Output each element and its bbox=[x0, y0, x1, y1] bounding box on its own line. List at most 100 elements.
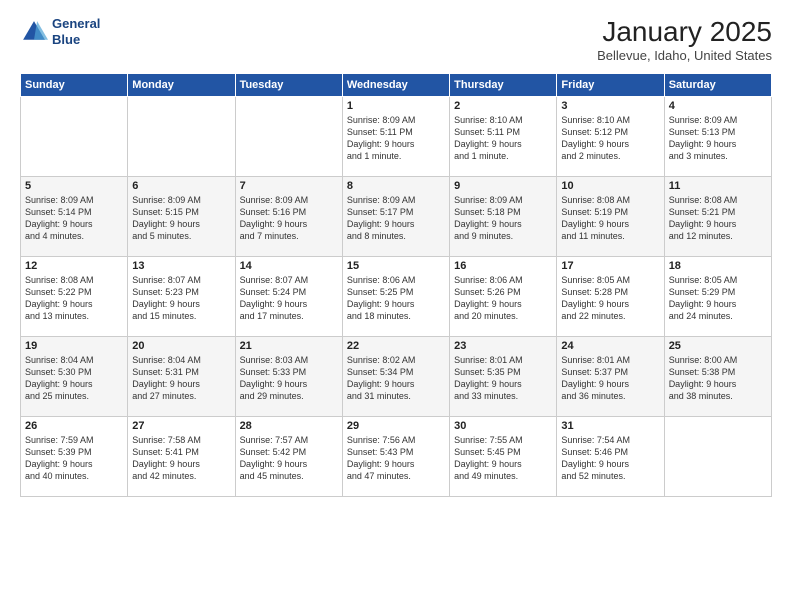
week-row-3: 12 Sunrise: 8:08 AM Sunset: 5:22 PM Dayli… bbox=[21, 257, 772, 337]
day-info: Sunrise: 8:05 AM Sunset: 5:28 PM Dayligh… bbox=[561, 274, 659, 323]
title-block: January 2025 Bellevue, Idaho, United Sta… bbox=[597, 16, 772, 63]
day-number: 23 bbox=[454, 340, 552, 352]
day-cell: 27Sunrise: 7:58 AM Sunset: 5:41 PM Dayli… bbox=[128, 417, 235, 497]
day-info: Sunrise: 7:59 AM Sunset: 5:39 PM Dayligh… bbox=[25, 434, 123, 483]
day-cell: 5Sunrise: 8:09 AM Sunset: 5:14 PM Daylig… bbox=[21, 177, 128, 257]
day-number: 10 bbox=[561, 180, 659, 192]
day-cell bbox=[128, 97, 235, 177]
day-number: 20 bbox=[132, 340, 230, 352]
day-info: Sunrise: 8:09 AM Sunset: 5:15 PM Dayligh… bbox=[132, 194, 230, 243]
day-cell: 17 Sunrise: 8:05 AM Sunset: 5:28 PM Dayli… bbox=[557, 257, 664, 337]
day-number: 8 bbox=[347, 180, 445, 192]
day-number: 15 bbox=[347, 260, 445, 272]
day-cell: 12 Sunrise: 8:08 AM Sunset: 5:22 PM Dayli… bbox=[21, 257, 128, 337]
day-cell: 7Sunrise: 8:09 AM Sunset: 5:16 PM Daylig… bbox=[235, 177, 342, 257]
weekday-header-row: SundayMondayTuesdayWednesdayThursdayFrid… bbox=[21, 74, 772, 97]
day-cell: 25 Sunrise: 8:00 AM Sunset: 5:38 PM Dayli… bbox=[664, 337, 771, 417]
day-cell bbox=[664, 417, 771, 497]
day-info: Sunrise: 8:07 AM Sunset: 5:24 PM Dayligh… bbox=[240, 274, 338, 323]
day-number: 5 bbox=[25, 180, 123, 192]
day-cell: 20 Sunrise: 8:04 AM Sunset: 5:31 PM Dayli… bbox=[128, 337, 235, 417]
day-number: 13 bbox=[132, 260, 230, 272]
day-number: 7 bbox=[240, 180, 338, 192]
day-cell: 30Sunrise: 7:55 AM Sunset: 5:45 PM Dayli… bbox=[450, 417, 557, 497]
day-info: Sunrise: 8:10 AM Sunset: 5:12 PM Dayligh… bbox=[561, 114, 659, 163]
day-info: Sunrise: 8:08 AM Sunset: 5:21 PM Dayligh… bbox=[669, 194, 767, 243]
weekday-header-tuesday: Tuesday bbox=[235, 74, 342, 97]
day-number: 19 bbox=[25, 340, 123, 352]
day-info: Sunrise: 7:54 AM Sunset: 5:46 PM Dayligh… bbox=[561, 434, 659, 483]
day-number: 31 bbox=[561, 420, 659, 432]
day-cell: 15 Sunrise: 8:06 AM Sunset: 5:25 PM Dayli… bbox=[342, 257, 449, 337]
day-number: 12 bbox=[25, 260, 123, 272]
day-cell: 3 Sunrise: 8:10 AM Sunset: 5:12 PM Daylig… bbox=[557, 97, 664, 177]
weekday-header-monday: Monday bbox=[128, 74, 235, 97]
day-number: 2 bbox=[454, 100, 552, 112]
day-cell: 1 Sunrise: 8:09 AM Sunset: 5:11 PM Daylig… bbox=[342, 97, 449, 177]
logo: General Blue bbox=[20, 16, 100, 47]
weekday-header-friday: Friday bbox=[557, 74, 664, 97]
calendar-title: January 2025 bbox=[597, 16, 772, 48]
day-cell: 16Sunrise: 8:06 AM Sunset: 5:26 PM Dayli… bbox=[450, 257, 557, 337]
day-number: 17 bbox=[561, 260, 659, 272]
day-info: Sunrise: 8:01 AM Sunset: 5:37 PM Dayligh… bbox=[561, 354, 659, 403]
weekday-header-wednesday: Wednesday bbox=[342, 74, 449, 97]
day-number: 25 bbox=[669, 340, 767, 352]
day-info: Sunrise: 8:09 AM Sunset: 5:13 PM Dayligh… bbox=[669, 114, 767, 163]
day-number: 21 bbox=[240, 340, 338, 352]
day-number: 30 bbox=[454, 420, 552, 432]
day-info: Sunrise: 8:00 AM Sunset: 5:38 PM Dayligh… bbox=[669, 354, 767, 403]
day-cell: 31 Sunrise: 7:54 AM Sunset: 5:46 PM Dayli… bbox=[557, 417, 664, 497]
day-number: 29 bbox=[347, 420, 445, 432]
day-number: 24 bbox=[561, 340, 659, 352]
day-info: Sunrise: 7:56 AM Sunset: 5:43 PM Dayligh… bbox=[347, 434, 445, 483]
day-info: Sunrise: 8:03 AM Sunset: 5:33 PM Dayligh… bbox=[240, 354, 338, 403]
day-info: Sunrise: 8:07 AM Sunset: 5:23 PM Dayligh… bbox=[132, 274, 230, 323]
day-info: Sunrise: 8:10 AM Sunset: 5:11 PM Dayligh… bbox=[454, 114, 552, 163]
day-cell: 28Sunrise: 7:57 AM Sunset: 5:42 PM Dayli… bbox=[235, 417, 342, 497]
day-cell: 8 Sunrise: 8:09 AM Sunset: 5:17 PM Daylig… bbox=[342, 177, 449, 257]
day-number: 18 bbox=[669, 260, 767, 272]
day-info: Sunrise: 8:05 AM Sunset: 5:29 PM Dayligh… bbox=[669, 274, 767, 323]
day-cell: 6 Sunrise: 8:09 AM Sunset: 5:15 PM Daylig… bbox=[128, 177, 235, 257]
day-info: Sunrise: 8:04 AM Sunset: 5:31 PM Dayligh… bbox=[132, 354, 230, 403]
calendar-subtitle: Bellevue, Idaho, United States bbox=[597, 48, 772, 63]
day-number: 26 bbox=[25, 420, 123, 432]
header: General Blue January 2025 Bellevue, Idah… bbox=[20, 16, 772, 63]
day-cell: 21 Sunrise: 8:03 AM Sunset: 5:33 PM Dayli… bbox=[235, 337, 342, 417]
weekday-header-thursday: Thursday bbox=[450, 74, 557, 97]
day-cell: 4Sunrise: 8:09 AM Sunset: 5:13 PM Daylig… bbox=[664, 97, 771, 177]
day-cell bbox=[235, 97, 342, 177]
week-row-4: 19Sunrise: 8:04 AM Sunset: 5:30 PM Dayli… bbox=[21, 337, 772, 417]
day-number: 1 bbox=[347, 100, 445, 112]
day-cell: 23 Sunrise: 8:01 AM Sunset: 5:35 PM Dayli… bbox=[450, 337, 557, 417]
day-cell: 2 Sunrise: 8:10 AM Sunset: 5:11 PM Daylig… bbox=[450, 97, 557, 177]
week-row-5: 26 Sunrise: 7:59 AM Sunset: 5:39 PM Dayli… bbox=[21, 417, 772, 497]
day-cell: 29 Sunrise: 7:56 AM Sunset: 5:43 PM Dayli… bbox=[342, 417, 449, 497]
day-number: 28 bbox=[240, 420, 338, 432]
day-cell: 22Sunrise: 8:02 AM Sunset: 5:34 PM Dayli… bbox=[342, 337, 449, 417]
day-info: Sunrise: 8:08 AM Sunset: 5:22 PM Dayligh… bbox=[25, 274, 123, 323]
week-row-1: 1 Sunrise: 8:09 AM Sunset: 5:11 PM Daylig… bbox=[21, 97, 772, 177]
day-number: 3 bbox=[561, 100, 659, 112]
day-info: Sunrise: 8:06 AM Sunset: 5:25 PM Dayligh… bbox=[347, 274, 445, 323]
day-number: 11 bbox=[669, 180, 767, 192]
day-number: 9 bbox=[454, 180, 552, 192]
day-number: 6 bbox=[132, 180, 230, 192]
page: General Blue January 2025 Bellevue, Idah… bbox=[0, 0, 792, 612]
logo-text: General Blue bbox=[52, 16, 100, 47]
logo-icon bbox=[20, 18, 48, 46]
day-number: 27 bbox=[132, 420, 230, 432]
day-cell: 10 Sunrise: 8:08 AM Sunset: 5:19 PM Dayli… bbox=[557, 177, 664, 257]
weekday-header-sunday: Sunday bbox=[21, 74, 128, 97]
day-cell: 13 Sunrise: 8:07 AM Sunset: 5:23 PM Dayli… bbox=[128, 257, 235, 337]
day-cell: 18 Sunrise: 8:05 AM Sunset: 5:29 PM Dayli… bbox=[664, 257, 771, 337]
day-cell: 24 Sunrise: 8:01 AM Sunset: 5:37 PM Dayli… bbox=[557, 337, 664, 417]
day-info: Sunrise: 8:06 AM Sunset: 5:26 PM Dayligh… bbox=[454, 274, 552, 323]
weekday-header-saturday: Saturday bbox=[664, 74, 771, 97]
day-info: Sunrise: 8:09 AM Sunset: 5:11 PM Dayligh… bbox=[347, 114, 445, 163]
day-info: Sunrise: 8:08 AM Sunset: 5:19 PM Dayligh… bbox=[561, 194, 659, 243]
day-cell: 9Sunrise: 8:09 AM Sunset: 5:18 PM Daylig… bbox=[450, 177, 557, 257]
day-info: Sunrise: 8:09 AM Sunset: 5:17 PM Dayligh… bbox=[347, 194, 445, 243]
day-info: Sunrise: 8:01 AM Sunset: 5:35 PM Dayligh… bbox=[454, 354, 552, 403]
